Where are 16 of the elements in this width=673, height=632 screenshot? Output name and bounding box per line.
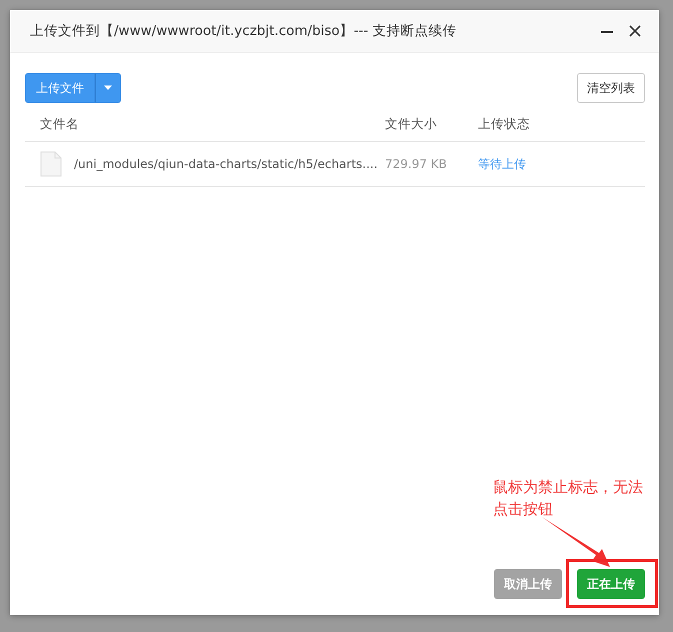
column-header: 上传状态: [478, 116, 531, 132]
file-name: /uni_modules/qiun-data-charts/static/h5/echarts....: [74, 157, 378, 171]
annotation-arrow: [542, 517, 612, 569]
file-icon: [40, 151, 62, 177]
window-title: 上传文件到【/www/wwwroot/it.yczbjt.com/biso】--- 支持断点续传: [30, 22, 458, 40]
column-header: 文件大小: [385, 116, 438, 132]
upload-file-button[interactable]: 上传文件: [25, 73, 95, 103]
dropdown-button[interactable]: [95, 73, 121, 103]
upload-status: 等待上传: [478, 156, 527, 172]
annotation-text: 鼠标为禁止标志，无法点击按钮: [493, 477, 644, 520]
clear-list-button[interactable]: 清空列表: [577, 73, 645, 103]
file-size: 729.97 KB: [385, 157, 448, 171]
caret-icon: [103, 85, 113, 91]
column-header: 文件名: [39, 116, 80, 132]
close-icon[interactable]: [627, 23, 643, 39]
footer-button[interactable]: 正在上传: [577, 569, 645, 599]
